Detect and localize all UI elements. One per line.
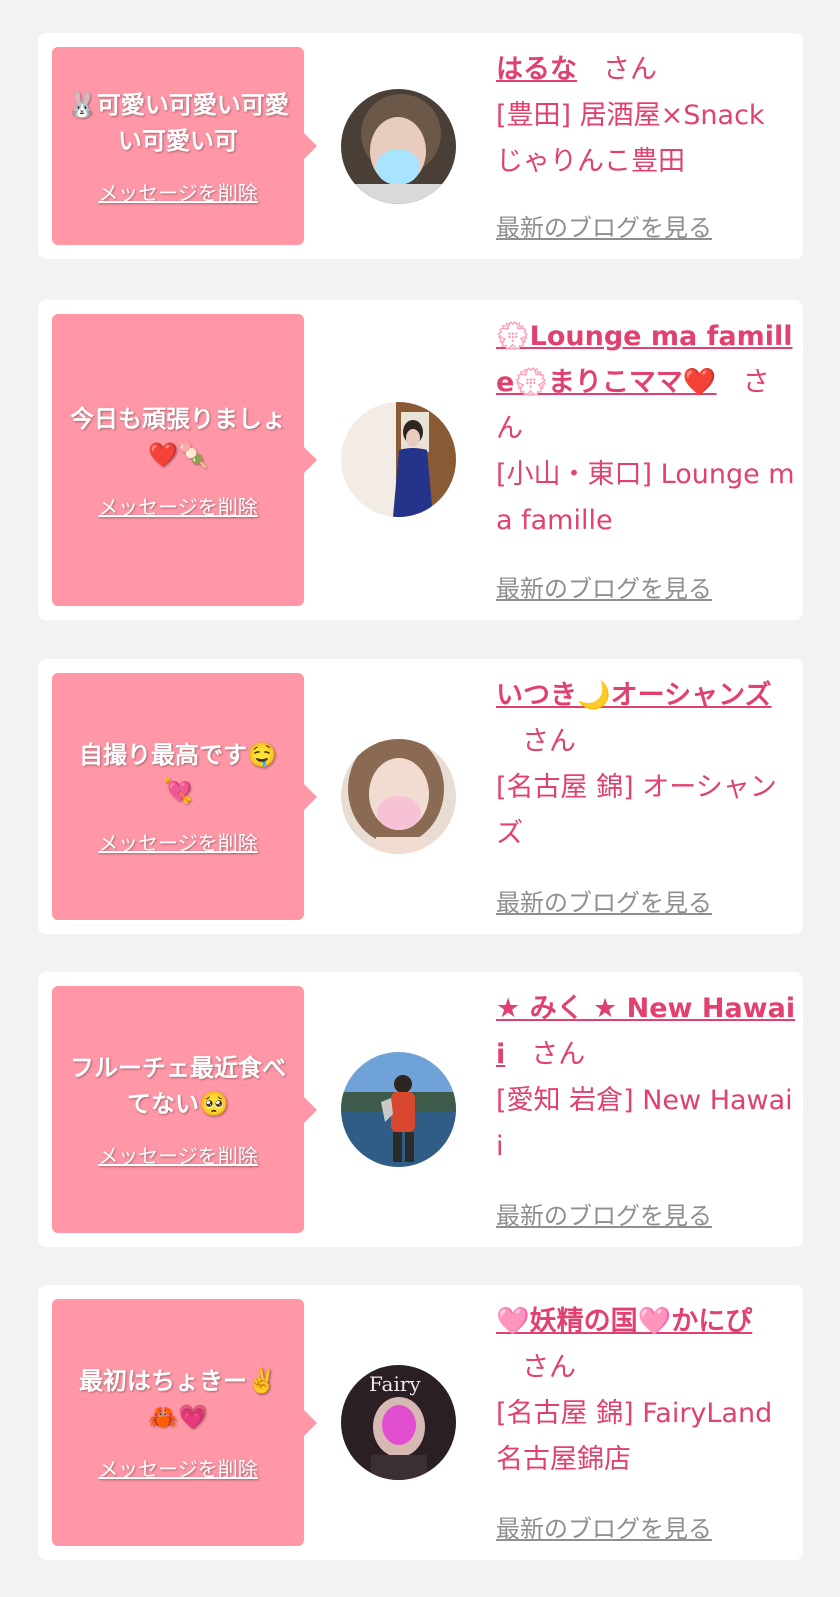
honorific: さん: [531, 1039, 586, 1070]
delete-message-link[interactable]: メッセージを削除: [98, 491, 258, 520]
view-blog-link[interactable]: 最新のブログを見る: [496, 883, 712, 918]
message-text: フルーチェ最近食べてない🥺: [70, 1054, 286, 1118]
avatar[interactable]: Fairy: [341, 1365, 456, 1480]
delete-message-link[interactable]: メッセージを削除: [98, 177, 258, 206]
honorific: さん: [603, 54, 657, 85]
honorific: さん: [522, 1352, 576, 1383]
shop-name: [名古屋 錦] FairyLand 名古屋錦店: [496, 1398, 773, 1475]
avatar[interactable]: [341, 402, 456, 517]
delete-message-link[interactable]: メッセージを削除: [98, 1140, 258, 1169]
message-bubble: 自撮り最高です🤤💘 メッセージを削除: [52, 673, 317, 920]
entry-info: 🩷妖精の国🩷かにぴさん [名古屋 錦] FairyLand 名古屋錦店: [496, 1299, 796, 1483]
avatar-text: Fairy: [369, 1372, 421, 1396]
list-item: 自撮り最高です🤤💘 メッセージを削除 いつき🌙オーシャンズさん [名古屋 錦] …: [38, 659, 803, 934]
shop-name: [豊田] 居酒屋×Snack じゃりんこ豊田: [496, 100, 765, 177]
delete-message-link[interactable]: メッセージを削除: [98, 827, 258, 856]
shop-name: [愛知 岩倉] New Hawaii: [496, 1085, 793, 1162]
view-blog-link[interactable]: 最新のブログを見る: [496, 208, 712, 243]
name-link[interactable]: 🩷妖精の国🩷かにぴ: [496, 1306, 752, 1337]
list-item: 🐰可愛い可愛い可愛い可愛い可 メッセージを削除 はるな さん [豊田] 居酒屋×S…: [38, 33, 803, 259]
message-bubble: 最初はちょきー✌️🦀💗 メッセージを削除: [52, 1299, 317, 1546]
list-item: 最初はちょきー✌️🦀💗 メッセージを削除 Fairy 🩷妖精の国🩷かにぴさん […: [38, 1285, 803, 1560]
entry-info: はるな さん [豊田] 居酒屋×Snack じゃりんこ豊田: [496, 47, 796, 185]
message-bubble: 今日も頑張りましょ❤️🍡 メッセージを削除: [52, 314, 317, 606]
shop-name: [小山・東口] Lounge ma famille: [496, 459, 795, 536]
list-item: 今日も頑張りましょ❤️🍡 メッセージを削除 💮Lounge ma famille…: [38, 300, 803, 620]
shop-name: [名古屋 錦] オーシャンズ: [496, 772, 777, 849]
name-link[interactable]: はるな: [496, 54, 577, 85]
message-text: 今日も頑張りましょ❤️🍡: [70, 404, 286, 469]
avatar[interactable]: [341, 739, 456, 854]
entry-info: ★ みく ★ New Hawaii さん [愛知 岩倉] New Hawaii: [496, 986, 796, 1170]
message-text: 最初はちょきー✌️🦀💗: [79, 1367, 277, 1431]
view-blog-link[interactable]: 最新のブログを見る: [496, 1509, 712, 1544]
list-item: フルーチェ最近食べてない🥺 メッセージを削除 ★ みく ★ New Hawaii…: [38, 972, 803, 1247]
view-blog-link[interactable]: 最新のブログを見る: [496, 569, 712, 604]
honorific: さん: [522, 726, 576, 757]
delete-message-link[interactable]: メッセージを削除: [98, 1453, 258, 1482]
message-bubble: フルーチェ最近食べてない🥺 メッセージを削除: [52, 986, 317, 1233]
name-link[interactable]: いつき🌙オーシャンズ: [496, 680, 772, 711]
entry-info: 💮Lounge ma famille💮まりこママ❤️ さん [小山・東口] Lou…: [496, 314, 796, 544]
view-blog-link[interactable]: 最新のブログを見る: [496, 1196, 712, 1231]
message-text: 自撮り最高です🤤💘: [79, 741, 277, 805]
avatar[interactable]: [341, 89, 456, 204]
favorites-list: 🐰可愛い可愛い可愛い可愛い可 メッセージを削除 はるな さん [豊田] 居酒屋×S…: [0, 0, 840, 1597]
avatar[interactable]: [341, 1052, 456, 1167]
message-bubble: 🐰可愛い可愛い可愛い可愛い可 メッセージを削除: [52, 47, 317, 245]
message-text: 🐰可愛い可愛い可愛い可愛い可: [67, 90, 289, 155]
entry-info: いつき🌙オーシャンズさん [名古屋 錦] オーシャンズ: [496, 673, 796, 857]
